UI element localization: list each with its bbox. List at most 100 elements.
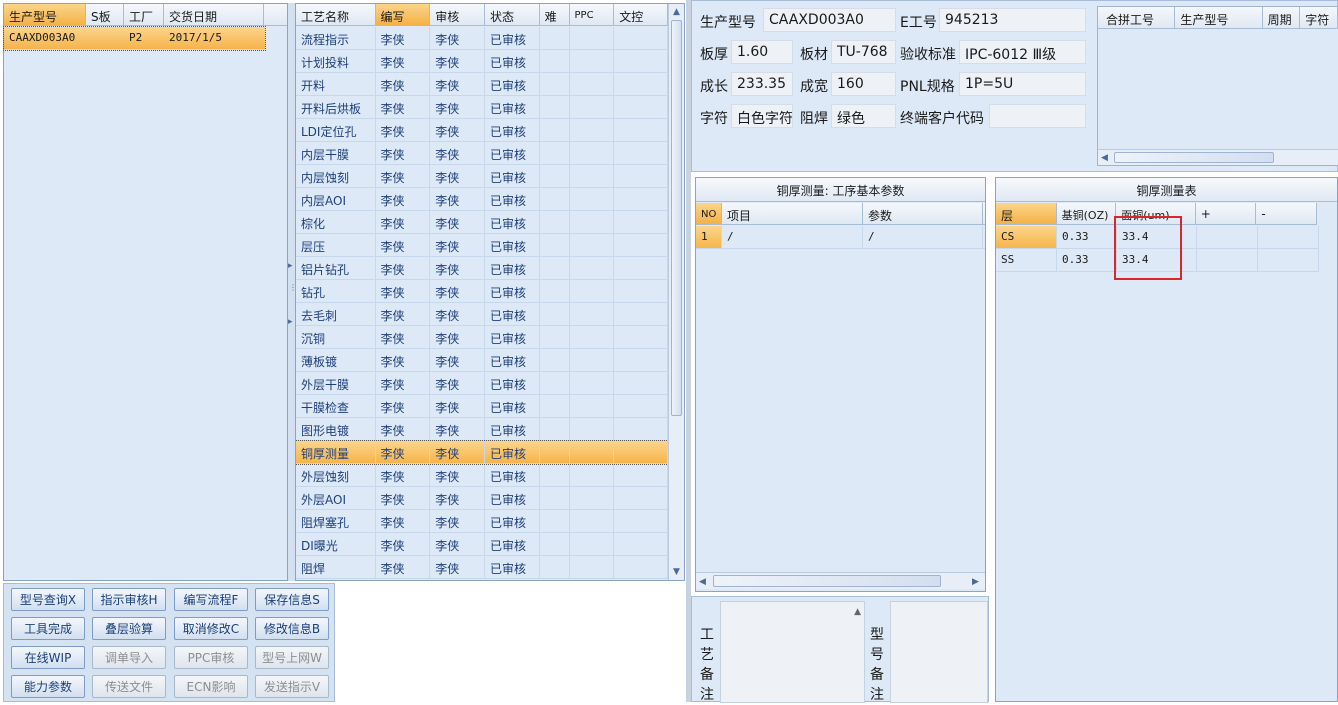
col-merge-no[interactable]: 合拼工号 [1098, 7, 1176, 28]
length-field[interactable]: 233.35 [731, 72, 793, 96]
table-row[interactable]: 铜厚测量 李侠 李侠 已审核 [296, 440, 668, 465]
accept-field[interactable]: IPC-6012 Ⅲ级 [959, 40, 1086, 64]
scroll-down-icon[interactable]: ▼ [673, 567, 680, 577]
col-param[interactable]: 参数 [863, 203, 983, 224]
scroll-left-icon[interactable]: ◀ [699, 577, 706, 587]
mask-field[interactable]: 绿色 [831, 104, 896, 128]
cell-process-name: 棕化 [296, 211, 376, 233]
table-row[interactable]: 去毛刺 李侠 李侠 已审核 [296, 303, 668, 326]
table-row[interactable]: 开料后烘板 李侠 李侠 已审核 [296, 96, 668, 119]
col-no[interactable]: NO [696, 203, 722, 224]
col-s[interactable]: S板 [86, 4, 124, 25]
instruction-review-button[interactable]: 指示审核H [92, 588, 166, 611]
table-row[interactable]: 层压 李侠 李侠 已审核 [296, 234, 668, 257]
model-note-input[interactable] [890, 601, 988, 703]
col-merge-cycle[interactable]: 周期 [1263, 7, 1301, 28]
table-row[interactable]: 铝片钻孔 李侠 李侠 已审核 [296, 257, 668, 280]
merge-hscrollbar[interactable]: ◀ [1098, 149, 1338, 165]
col-difficulty[interactable]: 难 [540, 4, 570, 25]
process-grid[interactable]: 工艺名称 编写 审核 状态 难 PPC 文控 流程指示 李侠 李侠 已审核 计划投料 李侠… [295, 3, 685, 581]
table-row[interactable]: CAAXD003A0 P2 2017/1/5 [3, 26, 266, 51]
param-panel: 铜厚测量: 工序基本参数 NO 项目 参数 1 / / ◀ ▶ [695, 177, 986, 592]
col-date[interactable]: 交货日期 [164, 4, 264, 25]
model-online-button[interactable]: 型号上网W [255, 646, 329, 669]
thickness-field[interactable]: 1.60 [731, 40, 793, 64]
table-row[interactable]: 外层AOI 李侠 李侠 已审核 [296, 487, 668, 510]
cancel-edit-button[interactable]: 取消修改C [174, 617, 248, 640]
col-plus[interactable]: + [1196, 203, 1257, 224]
scroll-thumb[interactable] [671, 20, 682, 416]
table-row[interactable]: 棕化 李侠 李侠 已审核 [296, 211, 668, 234]
pnl-field[interactable]: 1P=5U [959, 72, 1086, 96]
width-field[interactable]: 160 [831, 72, 896, 96]
col-item[interactable]: 项目 [722, 203, 863, 224]
table-row[interactable]: 内层干膜 李侠 李侠 已审核 [296, 142, 668, 165]
col-merge-model[interactable]: 生产型号 [1175, 7, 1263, 28]
col-doc-control[interactable]: 文控 [614, 4, 668, 25]
char-field[interactable]: 白色字符 [731, 104, 793, 128]
col-base-copper[interactable]: 基铜(OZ) [1057, 203, 1117, 224]
col-ppc[interactable]: PPC [570, 4, 615, 25]
col-minus[interactable]: - [1256, 203, 1317, 224]
col-model[interactable]: 生产型号 [4, 4, 86, 25]
measure-panel-title: 铜厚测量表 [996, 178, 1337, 202]
col-writer[interactable]: 编写 [375, 4, 431, 25]
capability-button[interactable]: 能力参数 [11, 675, 85, 698]
e-no-field[interactable]: 945213 [939, 8, 1086, 32]
table-row[interactable]: 内层蚀刻 李侠 李侠 已审核 [296, 165, 668, 188]
merge-grid[interactable]: 合拼工号 生产型号 周期 字符 ◀ [1097, 6, 1338, 166]
send-instruction-button[interactable]: 发送指示V [255, 675, 329, 698]
table-row[interactable]: DI曝光 李侠 李侠 已审核 [296, 533, 668, 556]
table-row[interactable]: 计划投料 李侠 李侠 已审核 [296, 50, 668, 73]
model-field[interactable]: CAAXD003A0 [763, 8, 896, 32]
col-process-name[interactable]: 工艺名称 [296, 4, 376, 25]
model-query-button[interactable]: 型号查询X [11, 588, 85, 611]
cell-ppc [570, 395, 615, 417]
table-row[interactable]: 沉铜 李侠 李侠 已审核 [296, 326, 668, 349]
table-row[interactable]: 外层干膜 李侠 李侠 已审核 [296, 372, 668, 395]
col-merge-char[interactable]: 字符 [1300, 7, 1338, 28]
scroll-up-icon[interactable]: ▲ [673, 7, 680, 17]
table-row[interactable]: 1 / / [696, 226, 985, 249]
col-status[interactable]: 状态 [485, 4, 540, 25]
table-row[interactable]: 开料 李侠 李侠 已审核 [296, 73, 668, 96]
process-note-input[interactable]: ▲ [720, 601, 865, 703]
table-row[interactable]: 外层蚀刻 李侠 李侠 已审核 [296, 464, 668, 487]
splitter[interactable]: ▸ ⋮ ▸ [288, 3, 297, 581]
customer-field[interactable] [989, 104, 1086, 128]
table-row[interactable]: 薄板镀 李侠 李侠 已审核 [296, 349, 668, 372]
stack-check-button[interactable]: 叠层验算 [92, 617, 166, 640]
table-row[interactable]: LDI定位孔 李侠 李侠 已审核 [296, 119, 668, 142]
edit-info-button[interactable]: 修改信息B [255, 617, 329, 640]
ppc-review-button[interactable]: PPC审核 [174, 646, 248, 669]
send-file-button[interactable]: 传送文件 [92, 675, 166, 698]
material-field[interactable]: TU-768 [831, 40, 896, 64]
table-row[interactable]: 干膜检查 李侠 李侠 已审核 [296, 395, 668, 418]
col-factory[interactable]: 工厂 [124, 4, 164, 25]
table-row[interactable]: 流程指示 李侠 李侠 已审核 [296, 27, 668, 50]
cell-reviewer: 李侠 [430, 533, 485, 555]
scroll-right-icon[interactable]: ▶ [972, 577, 979, 587]
write-flow-button[interactable]: 编写流程F [174, 588, 248, 611]
param-hscrollbar[interactable]: ◀ ▶ [696, 572, 985, 589]
ecn-impact-button[interactable]: ECN影响 [174, 675, 248, 698]
table-row[interactable]: 阻焊塞孔 李侠 李侠 已审核 [296, 510, 668, 533]
process-scrollbar[interactable]: ▲ ▼ [668, 4, 684, 580]
scroll-thumb[interactable] [713, 575, 941, 587]
col-reviewer[interactable]: 审核 [430, 4, 485, 25]
cell-process-name: 外层AOI [296, 487, 376, 509]
table-row[interactable]: 内层AOI 李侠 李侠 已审核 [296, 188, 668, 211]
cell-doc-control [614, 533, 668, 555]
save-info-button[interactable]: 保存信息S [255, 588, 329, 611]
scroll-left-icon[interactable]: ◀ [1101, 153, 1108, 163]
tool-done-button[interactable]: 工具完成 [11, 617, 85, 640]
scroll-thumb[interactable] [1114, 152, 1274, 163]
online-wip-button[interactable]: 在线WIP [11, 646, 85, 669]
col-layer[interactable]: 层 [996, 203, 1057, 224]
table-row[interactable]: 图形电镀 李侠 李侠 已审核 [296, 418, 668, 441]
table-row[interactable]: 钻孔 李侠 李侠 已审核 [296, 280, 668, 303]
order-import-button[interactable]: 调单导入 [92, 646, 166, 669]
order-grid[interactable]: 生产型号 S板 工厂 交货日期 CAAXD003A0 P2 2017/1/5 [3, 3, 288, 581]
scroll-up-icon[interactable]: ▲ [854, 607, 861, 617]
table-row[interactable]: 阻焊 李侠 李侠 已审核 [296, 556, 668, 579]
